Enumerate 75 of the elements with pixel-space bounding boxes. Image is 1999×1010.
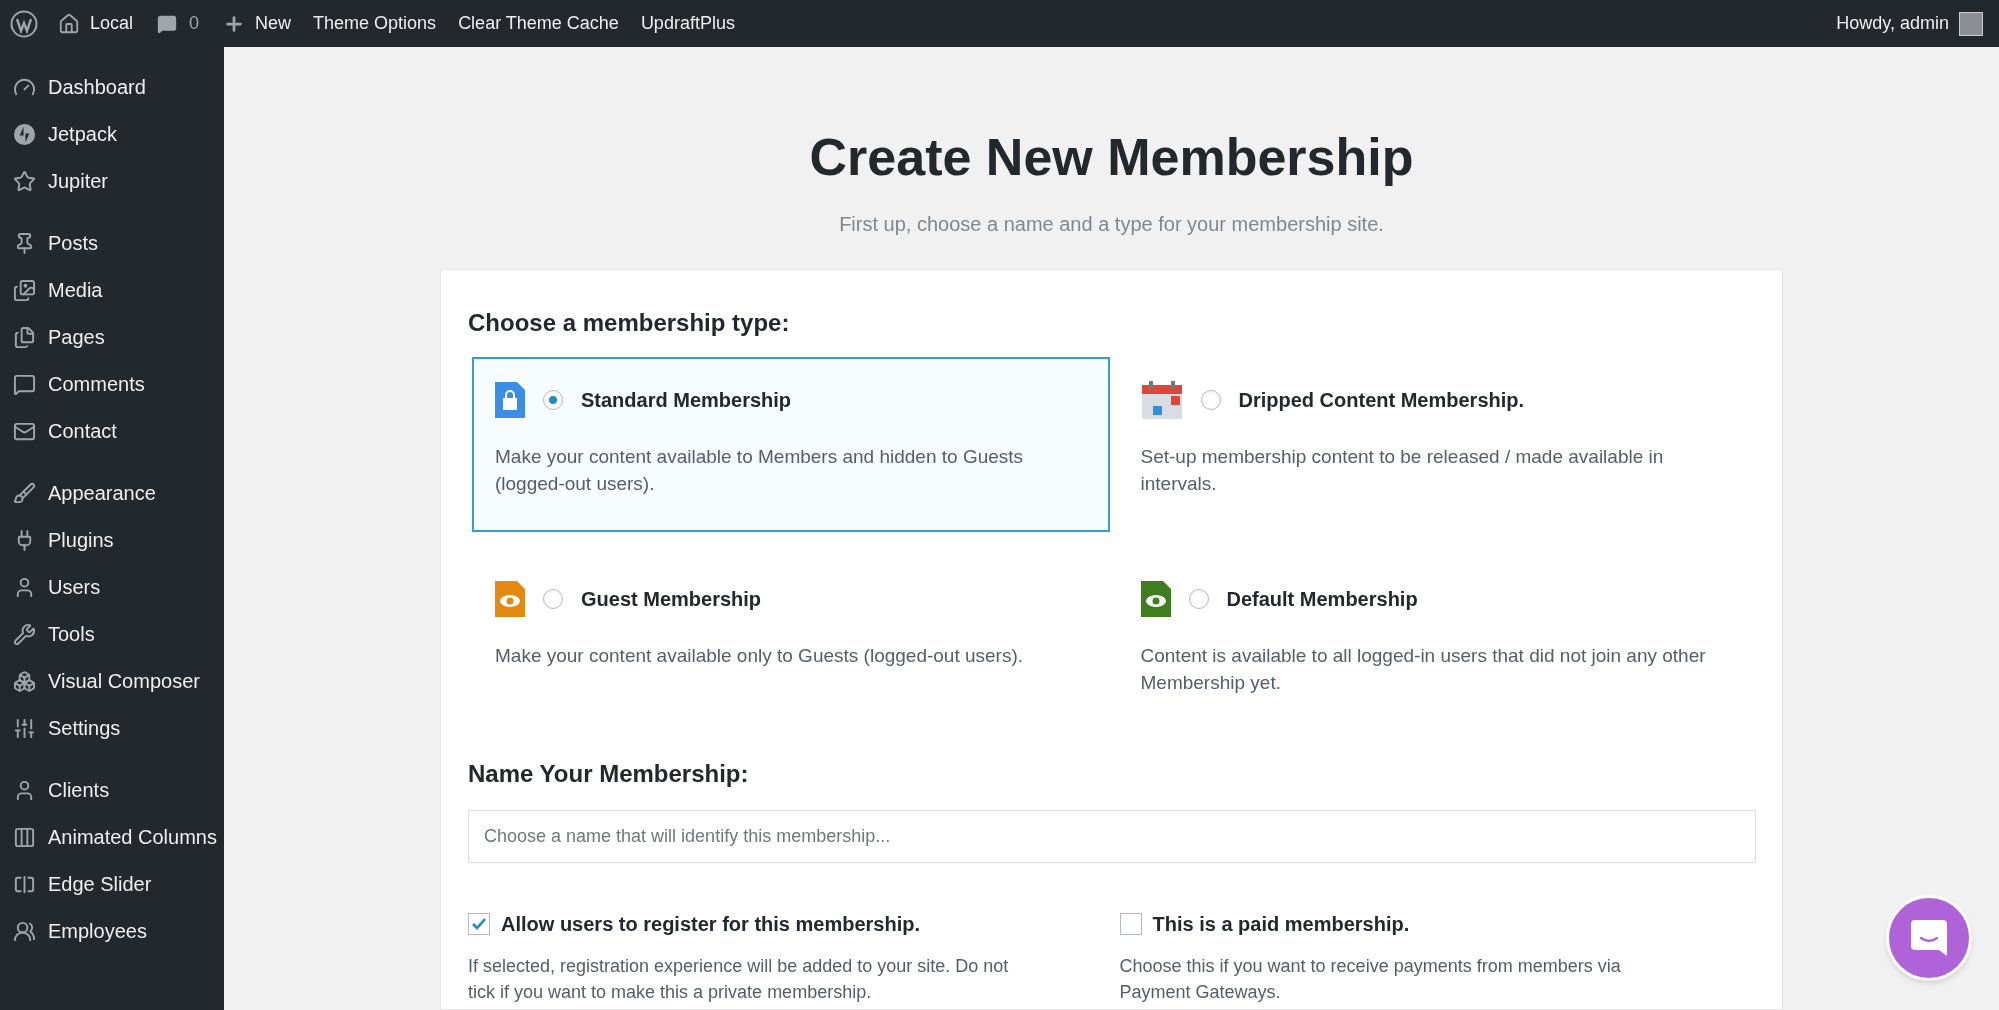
- radio-button[interactable]: [1200, 390, 1221, 410]
- checkbox-label: This is a paid membership.: [1152, 912, 1410, 937]
- option-title: Guest Membership: [581, 587, 762, 612]
- option-description: Make your content available to Members and hidden to Guests (logged-out users).: [495, 445, 1025, 496]
- checkbox-description: If selected, registration experience will be added to your site. Do not tick if you want to make this a private membership.: [468, 955, 1010, 1004]
- columns-icon: [13, 826, 36, 849]
- comment-count: 0: [189, 12, 200, 35]
- radio-button[interactable]: [543, 589, 563, 609]
- sidebar-item[interactable]: Posts: [0, 220, 224, 267]
- sidebar-item[interactable]: Users: [0, 564, 224, 611]
- checkbox-label: Allow users to register for this membership.: [501, 912, 920, 937]
- page-title: Create New Membership: [809, 127, 1414, 188]
- sidebar-item[interactable]: Dashboard: [0, 64, 224, 111]
- star-icon: [13, 170, 36, 193]
- section-heading: Choose a membership type:: [468, 308, 791, 338]
- membership-name-input[interactable]: Choose a name that will identify this membership...: [468, 810, 1756, 863]
- sidebar-item[interactable]: Tools: [0, 611, 224, 658]
- sidebar-item[interactable]: Jetpack: [0, 111, 224, 158]
- media-icon: [13, 279, 36, 302]
- wordpress-logo-icon[interactable]: [10, 9, 38, 38]
- sidebar-item[interactable]: Clients: [0, 767, 224, 814]
- jetpack-icon: [13, 123, 36, 146]
- checkbox[interactable]: [468, 913, 490, 935]
- option-description: Content is available to all logged-in users that did not join any other Membership yet.: [1140, 644, 1707, 695]
- membership-option[interactable]: Guest Membership Make your content available only to Guests (logged-out users).: [472, 556, 1110, 731]
- people-group-icon: [13, 920, 36, 943]
- sidebar-item[interactable]: Employees: [0, 908, 224, 955]
- membership-option[interactable]: Default Membership Content is available to all logged-in users that did not join any other Membership yet.: [1117, 556, 1755, 731]
- option-description: Make your content available only to Guests (logged-out users).: [495, 644, 1025, 668]
- split-slider-icon: [13, 873, 36, 896]
- radio-button[interactable]: [543, 390, 563, 410]
- sidebar-item[interactable]: Animated Columns: [0, 814, 224, 861]
- sliders-icon: [13, 717, 36, 740]
- avatar-placeholder: [1959, 11, 1983, 36]
- option-description: Set-up membership content to be released / made available in intervals.: [1140, 445, 1665, 496]
- brush-icon: [13, 482, 36, 505]
- sidebar-item[interactable]: Contact: [0, 408, 224, 455]
- eye-document-icon: [1140, 581, 1171, 617]
- option-title: Standard Membership: [581, 388, 792, 413]
- membership-option[interactable]: Dripped Content Membership. Set-up membership content to be released / made available in intervals.: [1117, 357, 1755, 532]
- checkbox-description: Choose this if you want to receive payments from members via Payment Gateways.: [1119, 955, 1622, 1004]
- sidebar-item[interactable]: Edge Slider: [0, 861, 224, 908]
- sidebar-item[interactable]: Appearance: [0, 470, 224, 517]
- sidebar-item[interactable]: Plugins: [0, 517, 224, 564]
- calendar-icon: [1140, 380, 1183, 420]
- sidebar-item[interactable]: Pages: [0, 314, 224, 361]
- greeting-link[interactable]: Howdy, admin: [1836, 10, 1949, 37]
- site-link[interactable]: Local: [90, 10, 134, 37]
- admin-bar-link[interactable]: Clear Theme Cache: [458, 10, 619, 37]
- new-link[interactable]: New: [255, 10, 292, 37]
- wrench-icon: [13, 623, 36, 646]
- sidebar-item[interactable]: Comments: [0, 361, 224, 408]
- eye-document-icon: [495, 581, 525, 617]
- checkbox[interactable]: [1119, 913, 1142, 935]
- envelope-icon: [13, 420, 36, 443]
- sidebar-item[interactable]: Media: [0, 267, 224, 314]
- checkmark-icon: [471, 916, 487, 932]
- sidebar-item[interactable]: Visual Composer: [0, 658, 224, 705]
- pages-icon: [13, 326, 36, 349]
- membership-option[interactable]: Standard Membership Make your content available to Members and hidden to Guests (logged-out users).: [472, 357, 1110, 532]
- comment-icon[interactable]: [157, 13, 178, 34]
- section-heading: Name Your Membership:: [468, 759, 750, 789]
- comment-icon: [13, 373, 36, 396]
- radio-button[interactable]: [1188, 589, 1209, 609]
- sidebar-item[interactable]: Jupiter: [0, 158, 224, 205]
- admin-bar-link[interactable]: UpdraftPlus: [640, 10, 735, 37]
- option-title: Default Membership: [1226, 587, 1418, 612]
- page-subtitle: First up, choose a name and a type for your membership site.: [839, 212, 1384, 237]
- lock-document-icon: [495, 382, 525, 418]
- sidebar-item[interactable]: Settings: [0, 705, 224, 752]
- admin-bar-link[interactable]: Theme Options: [313, 10, 437, 37]
- option-title: Dripped Content Membership.: [1238, 388, 1525, 413]
- chat-bubble-icon: [1909, 918, 1949, 958]
- cubes-icon: [13, 670, 36, 693]
- home-icon[interactable]: [58, 12, 80, 35]
